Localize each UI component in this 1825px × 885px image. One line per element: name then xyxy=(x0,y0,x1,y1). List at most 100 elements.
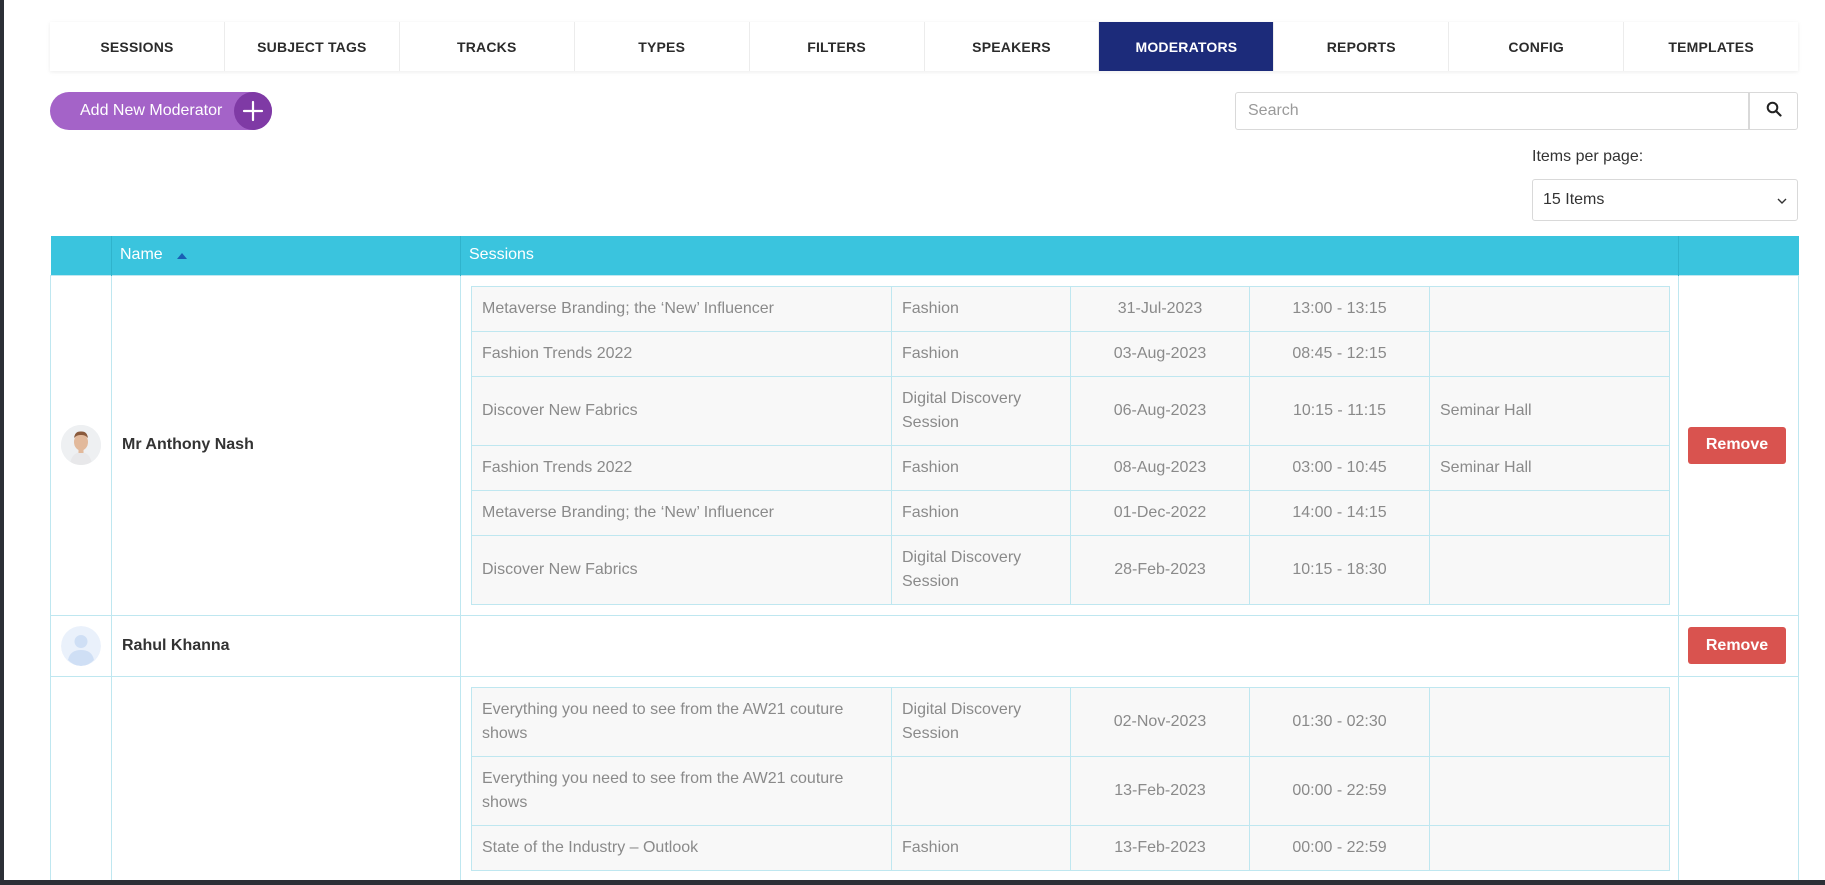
plus-icon xyxy=(234,92,272,130)
tab-templates[interactable]: TEMPLATES xyxy=(1624,22,1798,71)
search-button[interactable] xyxy=(1749,92,1798,130)
avatar-cell xyxy=(50,274,112,616)
moderators-table: Name Sessions Mr Anthony Nash Metaverse … xyxy=(50,236,1799,882)
session-time: 14:00 - 14:15 xyxy=(1249,489,1430,536)
session-time: 00:00 - 22:59 xyxy=(1249,755,1430,826)
session-date: 08-Aug-2023 xyxy=(1070,444,1250,491)
session-time: 10:15 - 11:15 xyxy=(1249,375,1430,446)
session-title: Discover New Fabrics xyxy=(471,375,892,446)
items-per-page-select[interactable]: 15 Items xyxy=(1532,179,1798,221)
session-location xyxy=(1429,330,1670,377)
name-column-header[interactable]: Name xyxy=(111,236,461,275)
window-edge-bottom xyxy=(0,880,1825,885)
session-title: Fashion Trends 2022 xyxy=(471,444,892,491)
session-location xyxy=(1429,686,1670,757)
tab-filters[interactable]: FILTERS xyxy=(750,22,925,71)
session-date: 01-Dec-2022 xyxy=(1070,489,1250,536)
avatar-cell xyxy=(50,675,112,882)
session-track: Digital Discovery Session xyxy=(891,375,1071,446)
session-row[interactable]: State of the Industry – Outlook Fashion … xyxy=(471,824,1670,871)
sessions-cell: Everything you need to see from the AW21… xyxy=(460,675,1679,882)
session-track: Fashion xyxy=(891,285,1071,332)
session-row[interactable]: Discover New Fabrics Digital Discovery S… xyxy=(471,534,1670,605)
table-row: Mr Anthony Nash Metaverse Branding; the … xyxy=(50,274,1799,616)
table-row: Everything you need to see from the AW21… xyxy=(50,675,1799,882)
tab-moderators[interactable]: MODERATORS xyxy=(1099,22,1275,71)
session-track: Digital Discovery Session xyxy=(891,534,1071,605)
session-date: 13-Feb-2023 xyxy=(1070,824,1250,871)
moderator-name: Rahul Khanna xyxy=(111,614,461,677)
session-row[interactable]: Discover New Fabrics Digital Discovery S… xyxy=(471,375,1670,446)
session-location xyxy=(1429,534,1670,605)
add-moderator-label: Add New Moderator xyxy=(80,102,223,119)
window-edge xyxy=(0,0,4,885)
remove-button[interactable]: Remove xyxy=(1688,426,1786,464)
session-time: 00:00 - 22:59 xyxy=(1249,824,1430,871)
session-location: Seminar Hall xyxy=(1429,444,1670,491)
session-title: Everything you need to see from the AW21… xyxy=(471,755,892,826)
session-date: 03-Aug-2023 xyxy=(1070,330,1250,377)
avatar-column-header xyxy=(50,236,112,275)
session-title: Discover New Fabrics xyxy=(471,534,892,605)
actions-column-header xyxy=(1678,236,1799,275)
avatar-cell xyxy=(50,614,112,677)
session-location xyxy=(1429,489,1670,536)
sessions-table: Metaverse Branding; the ‘New’ Influencer… xyxy=(471,285,1670,605)
session-title: Metaverse Branding; the ‘New’ Influencer xyxy=(471,489,892,536)
tab-sessions[interactable]: SESSIONS xyxy=(50,22,225,71)
session-title: State of the Industry – Outlook xyxy=(471,824,892,871)
session-title: Metaverse Branding; the ‘New’ Influencer xyxy=(471,285,892,332)
session-row[interactable]: Fashion Trends 2022 Fashion 03-Aug-2023 … xyxy=(471,330,1670,377)
moderator-name xyxy=(111,675,461,882)
session-time: 13:00 - 13:15 xyxy=(1249,285,1430,332)
session-track: Fashion xyxy=(891,824,1071,871)
moderator-name: Mr Anthony Nash xyxy=(111,274,461,616)
actions-cell: Remove xyxy=(1678,614,1799,677)
session-location: Seminar Hall xyxy=(1429,375,1670,446)
session-date: 28-Feb-2023 xyxy=(1070,534,1250,605)
session-date: 13-Feb-2023 xyxy=(1070,755,1250,826)
actions-cell: Remove xyxy=(1678,274,1799,616)
session-row[interactable]: Everything you need to see from the AW21… xyxy=(471,686,1670,757)
sessions-column-header: Sessions xyxy=(460,236,1679,275)
session-row[interactable]: Metaverse Branding; the ‘New’ Influencer… xyxy=(471,285,1670,332)
tab-speakers[interactable]: SPEAKERS xyxy=(925,22,1100,71)
search-icon xyxy=(1766,101,1782,122)
items-per-page-value: 15 Items xyxy=(1543,191,1605,208)
tab-reports[interactable]: REPORTS xyxy=(1274,22,1450,71)
session-row[interactable]: Metaverse Branding; the ‘New’ Influencer… xyxy=(471,489,1670,536)
session-date: 31-Jul-2023 xyxy=(1070,285,1250,332)
add-moderator-button[interactable]: Add New Moderator xyxy=(50,92,272,130)
avatar-placeholder-icon xyxy=(61,625,101,666)
tab-tracks[interactable]: TRACKS xyxy=(400,22,575,71)
tab-config[interactable]: CONFIG xyxy=(1449,22,1625,71)
session-track xyxy=(891,755,1071,826)
search-input[interactable] xyxy=(1235,92,1749,130)
table-header-row: Name Sessions xyxy=(50,236,1799,275)
session-location xyxy=(1429,285,1670,332)
session-time: 08:45 - 12:15 xyxy=(1249,330,1430,377)
session-time: 10:15 - 18:30 xyxy=(1249,534,1430,605)
session-track: Fashion xyxy=(891,330,1071,377)
tab-bar: SESSIONS SUBJECT TAGS TRACKS TYPES FILTE… xyxy=(50,22,1798,71)
session-row[interactable]: Fashion Trends 2022 Fashion 08-Aug-2023 … xyxy=(471,444,1670,491)
actions-cell xyxy=(1678,675,1799,882)
session-time: 01:30 - 02:30 xyxy=(1249,686,1430,757)
items-per-page-label: Items per page: xyxy=(1532,148,1644,165)
sessions-cell xyxy=(460,614,1679,677)
session-title: Everything you need to see from the AW21… xyxy=(471,686,892,757)
sessions-cell: Metaverse Branding; the ‘New’ Influencer… xyxy=(460,274,1679,616)
avatar xyxy=(61,425,101,465)
session-location xyxy=(1429,755,1670,826)
session-location xyxy=(1429,824,1670,871)
tab-types[interactable]: TYPES xyxy=(575,22,750,71)
tab-subject-tags[interactable]: SUBJECT TAGS xyxy=(225,22,400,71)
remove-button[interactable]: Remove xyxy=(1688,627,1786,664)
session-track: Fashion xyxy=(891,444,1071,491)
session-date: 02-Nov-2023 xyxy=(1070,686,1250,757)
session-title: Fashion Trends 2022 xyxy=(471,330,892,377)
session-time: 03:00 - 10:45 xyxy=(1249,444,1430,491)
sessions-table: Everything you need to see from the AW21… xyxy=(471,686,1670,871)
table-row: Rahul Khanna Remove xyxy=(50,614,1799,677)
session-row[interactable]: Everything you need to see from the AW21… xyxy=(471,755,1670,826)
